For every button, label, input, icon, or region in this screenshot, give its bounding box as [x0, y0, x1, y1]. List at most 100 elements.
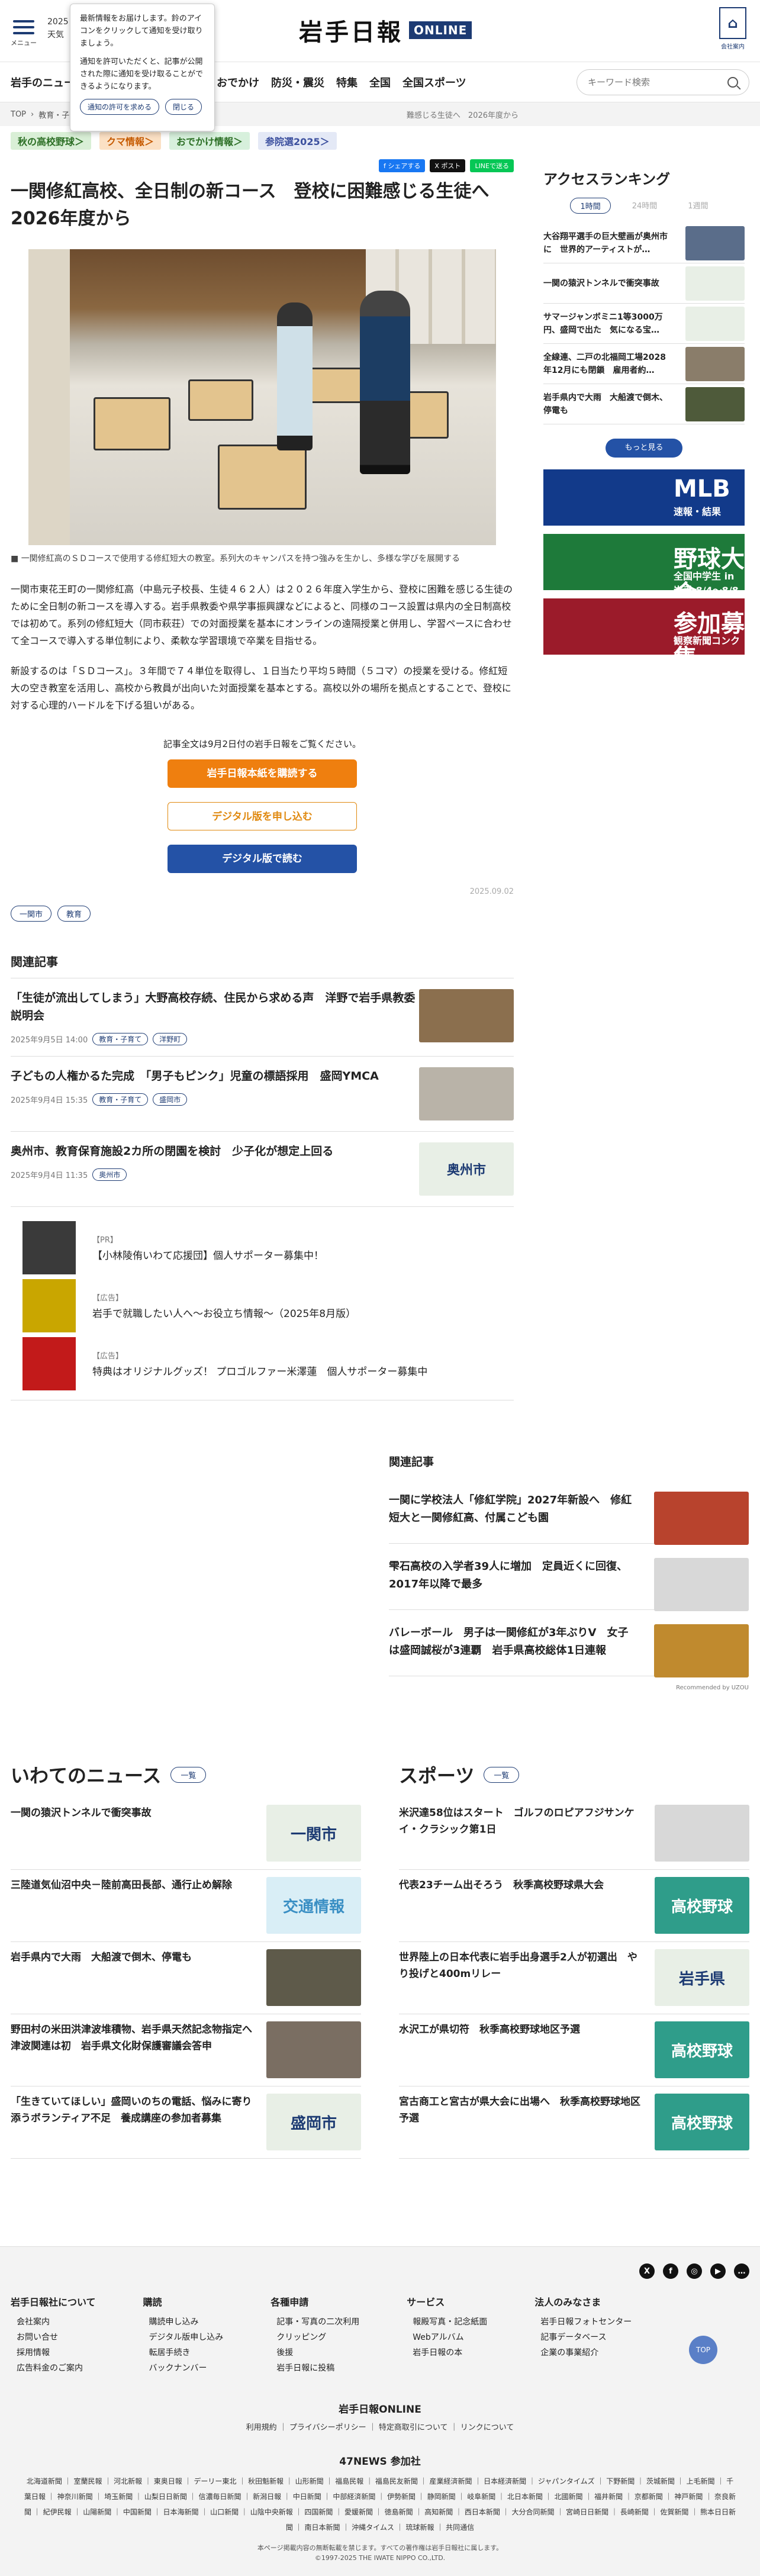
footer-link[interactable]: 報殿写真・記念紙面: [407, 2314, 487, 2330]
news-item[interactable]: 野田村の米田洪津波堆積物、岩手県天然記念物指定へ 津波関連は初 岩手県文化財保護…: [11, 2014, 361, 2086]
news-item-title[interactable]: 「生きていてほしい」盛岡いのちの電話、悩みに寄り添うボランティア不足 養成講座の…: [11, 2094, 253, 2151]
news-item-thumbnail[interactable]: [266, 1949, 361, 2006]
members-list[interactable]: 北海道新聞 ｜ 室蘭民報 ｜ 河北新報 ｜ 東奥日報 ｜ デーリー東北 ｜ 秋田…: [24, 2474, 736, 2535]
lower-related-item[interactable]: 雫石高校の入学者39人に増加 定員近くに回復、2017年以降で最多: [389, 1544, 749, 1611]
ranking-item-title[interactable]: 全線連、二戸の北福岡工場2028年12月にも閉鎖 雇用者約…: [543, 351, 674, 377]
lower-related-thumbnail[interactable]: [654, 1558, 749, 1611]
footer-link[interactable]: 記事データベース: [534, 2330, 632, 2345]
ranking-item-title[interactable]: 岩手県内で大雨 大船渡で倒木、停電も: [543, 391, 674, 417]
news-item-title[interactable]: 一関の猿沢トンネルで衝突事故: [11, 1805, 253, 1862]
ranking-item-title[interactable]: 一関の猿沢トンネルで衝突事故: [543, 277, 674, 290]
ranking-item-thumbnail[interactable]: [685, 387, 745, 421]
ranking-item[interactable]: 岩手県内で大雨 大船渡で倒木、停電も: [543, 384, 745, 424]
news-item[interactable]: 水沢工が県切符 秋季高校野球地区予選 高校野球: [399, 2014, 749, 2086]
related-item[interactable]: 子どもの人権かるた完成 「男子もピンク」児童の標語採用 盛岡YMCA 2025年9…: [11, 1057, 514, 1132]
promo-banner[interactable]: 野球大会全国中学生 in 岩手 8/4〜8/8: [543, 534, 745, 590]
ranking-item[interactable]: サマージャンボミニ1等3000万円、盛岡で出た 気になる宝…: [543, 304, 745, 344]
read-digital-button[interactable]: デジタル版で読む: [168, 845, 357, 873]
ad-title[interactable]: 特典はオリジナルグッズ！ プロゴルファー米澤蓮 個人サポーター募集中: [92, 1363, 427, 1378]
news-item-thumbnail[interactable]: 一関市: [266, 1805, 361, 1862]
news-item-thumbnail[interactable]: 高校野球: [655, 1877, 749, 1934]
ranking-item-title[interactable]: 大谷翔平選手の巨大壁画が奥州市に 世界的アーティストが…: [543, 230, 674, 256]
ranking-item[interactable]: 一関の猿沢トンネルで衝突事故: [543, 263, 745, 304]
ranking-item-thumbnail[interactable]: [685, 266, 745, 301]
related-item-tag[interactable]: 盛岡市: [153, 1093, 188, 1106]
topic-link[interactable]: 参院選2025＞: [258, 132, 337, 150]
instagram-icon[interactable]: ◎: [687, 2263, 702, 2279]
lower-related-item[interactable]: バレーボール 男子は一関修紅が3年ぶりV 女子は盛岡誠桜が3連覇 岩手県高校総体…: [389, 1610, 749, 1677]
ad-item[interactable]: 【PR】 【小林陵侑いわて応援団】個人サポーター募集中！: [11, 1219, 514, 1277]
related-item-title[interactable]: 「生徒が流出してしまう」大野高校存続、住民から求める声 洋野で岩手県教委説明会: [11, 989, 419, 1025]
lower-related-title[interactable]: 一関に学校法人「修紅学院」2027年新設へ 修紅短大と一関修紅高、付属こども園: [389, 1492, 637, 1529]
ranking-tab[interactable]: 24時間: [623, 198, 667, 214]
news-item[interactable]: 「生きていてほしい」盛岡いのちの電話、悩みに寄り添うボランティア不足 養成講座の…: [11, 2086, 361, 2159]
corporate-info-link[interactable]: ⌂ 会社案内: [716, 7, 749, 50]
back-to-top-button[interactable]: TOP: [689, 2336, 717, 2364]
ranking-item-thumbnail[interactable]: [685, 226, 745, 260]
article-tag[interactable]: 一関市: [11, 906, 52, 922]
nav-item[interactable]: おでかけ: [217, 75, 259, 90]
related-item-tag[interactable]: 教育・子育て: [92, 1093, 149, 1106]
search-input[interactable]: [588, 76, 718, 88]
ad-thumbnail[interactable]: [22, 1279, 76, 1332]
news-item-thumbnail[interactable]: 岩手県: [655, 1949, 749, 2006]
article-tag[interactable]: 教育: [57, 906, 91, 922]
news-item-thumbnail[interactable]: [266, 2021, 361, 2078]
footer-link[interactable]: 転居手続き: [143, 2345, 224, 2361]
news-item-title[interactable]: 水沢工が県切符 秋季高校野球地区予選: [399, 2021, 642, 2079]
breadcrumb-category[interactable]: 教育・子: [38, 109, 69, 120]
footer-link[interactable]: 企業の事業紹介: [534, 2345, 632, 2361]
related-item-title[interactable]: 奥州市、教育保育施設2カ所の閉園を検討 少子化が想定上回る: [11, 1142, 333, 1160]
related-item-thumbnail[interactable]: [419, 1067, 514, 1120]
news-item-title[interactable]: 代表23チーム出そろう 秋季高校野球県大会: [399, 1877, 642, 1934]
news-item-title[interactable]: 宮古商工と宮古が県大会に出場へ 秋季高校野球地区予選: [399, 2094, 642, 2151]
related-item[interactable]: 「生徒が流出してしまう」大野高校存続、住民から求める声 洋野で岩手県教委説明会 2…: [11, 978, 514, 1057]
ad-thumbnail[interactable]: [22, 1337, 76, 1390]
lower-related-item[interactable]: 一関に学校法人「修紅学院」2027年新設へ 修紅短大と一関修紅高、付属こども園: [389, 1477, 749, 1545]
lower-related-title[interactable]: 雫石高校の入学者39人に増加 定員近くに回復、2017年以降で最多: [389, 1558, 637, 1595]
footer-link[interactable]: お問い合せ: [11, 2330, 96, 2345]
related-item-tag[interactable]: 教育・子育て: [92, 1033, 149, 1045]
ranking-item[interactable]: 全線連、二戸の北福岡工場2028年12月にも閉鎖 雇用者約…: [543, 344, 745, 384]
nav-item-iwate-news[interactable]: 岩手のニュー: [11, 75, 75, 90]
news-item[interactable]: 岩手県内で大雨 大船渡で倒木、停電も: [11, 1942, 361, 2014]
news-item-thumbnail[interactable]: 高校野球: [655, 2094, 749, 2150]
ranking-more-button[interactable]: もっと見る: [606, 439, 682, 458]
youtube-icon[interactable]: ▶: [710, 2263, 726, 2279]
search-icon[interactable]: [727, 76, 738, 88]
facebook-share-button[interactable]: f シェアする: [379, 159, 426, 172]
news-item[interactable]: 宮古商工と宮古が県大会に出場へ 秋季高校野球地区予選 高校野球: [399, 2086, 749, 2159]
footer-policy-links[interactable]: 利用規約 ｜ プライバシーポリシー ｜ 特定商取引について ｜ リンクについて: [0, 2422, 760, 2435]
breadcrumb-top[interactable]: TOP: [11, 110, 26, 119]
news-item-title[interactable]: 米沢達58位はスタート ゴルフのロピアフジサンケイ・クラシック第1日: [399, 1805, 642, 1862]
related-item-tag[interactable]: 洋野町: [153, 1033, 188, 1045]
footer-link[interactable]: 岩手日報フォトセンター: [534, 2314, 632, 2330]
news-item[interactable]: 代表23チーム出そろう 秋季高校野球県大会 高校野球: [399, 1870, 749, 1942]
news-item-title[interactable]: 野田村の米田洪津波堆積物、岩手県天然記念物指定へ 津波関連は初 岩手県文化財保護…: [11, 2021, 262, 2079]
news-item[interactable]: 一関の猿沢トンネルで衝突事故 一関市: [11, 1798, 361, 1870]
ranking-tab[interactable]: 1週間: [678, 198, 717, 214]
footer-link[interactable]: デジタル版申し込み: [143, 2330, 224, 2345]
promo-banner[interactable]: MLB 速報・結果: [543, 469, 745, 526]
close-notification-button[interactable]: 閉じる: [165, 99, 202, 115]
line-share-button[interactable]: LINEで送る: [470, 159, 514, 172]
ranking-item-thumbnail[interactable]: [685, 306, 745, 341]
ranking-tab[interactable]: 1時間: [570, 198, 611, 214]
footer-link[interactable]: バックナンバー: [143, 2361, 224, 2376]
line-icon[interactable]: …: [734, 2263, 749, 2279]
lower-related-thumbnail[interactable]: [654, 1492, 749, 1545]
news-item-thumbnail[interactable]: [655, 1805, 749, 1862]
topic-link[interactable]: クマ情報＞: [99, 132, 162, 150]
subscribe-paper-button[interactable]: 岩手日報本紙を購読する: [168, 759, 357, 788]
footer-link[interactable]: 記事・写真の二次利用: [270, 2314, 359, 2330]
footer-link[interactable]: 購読申し込み: [143, 2314, 224, 2330]
news-item-title[interactable]: 三陸道気仙沼中央－陸前高田長部、通行止め解除: [11, 1877, 253, 1934]
news-item-title[interactable]: 岩手県内で大雨 大船渡で倒木、停電も: [11, 1949, 253, 2007]
news-item-thumbnail[interactable]: 交通情報: [266, 1877, 361, 1934]
site-logo[interactable]: 岩手日報 ONLINE: [299, 13, 472, 47]
topic-link[interactable]: 秋の高校野球＞: [11, 132, 92, 150]
footer-link[interactable]: 後援: [270, 2345, 359, 2361]
ad-item[interactable]: 【広告】 岩手で就職したい人へ〜お役立ち情報〜（2025年8月版）: [11, 1277, 514, 1335]
related-item-tag[interactable]: 奥州市: [92, 1168, 127, 1181]
nav-item[interactable]: 全国: [369, 75, 391, 90]
